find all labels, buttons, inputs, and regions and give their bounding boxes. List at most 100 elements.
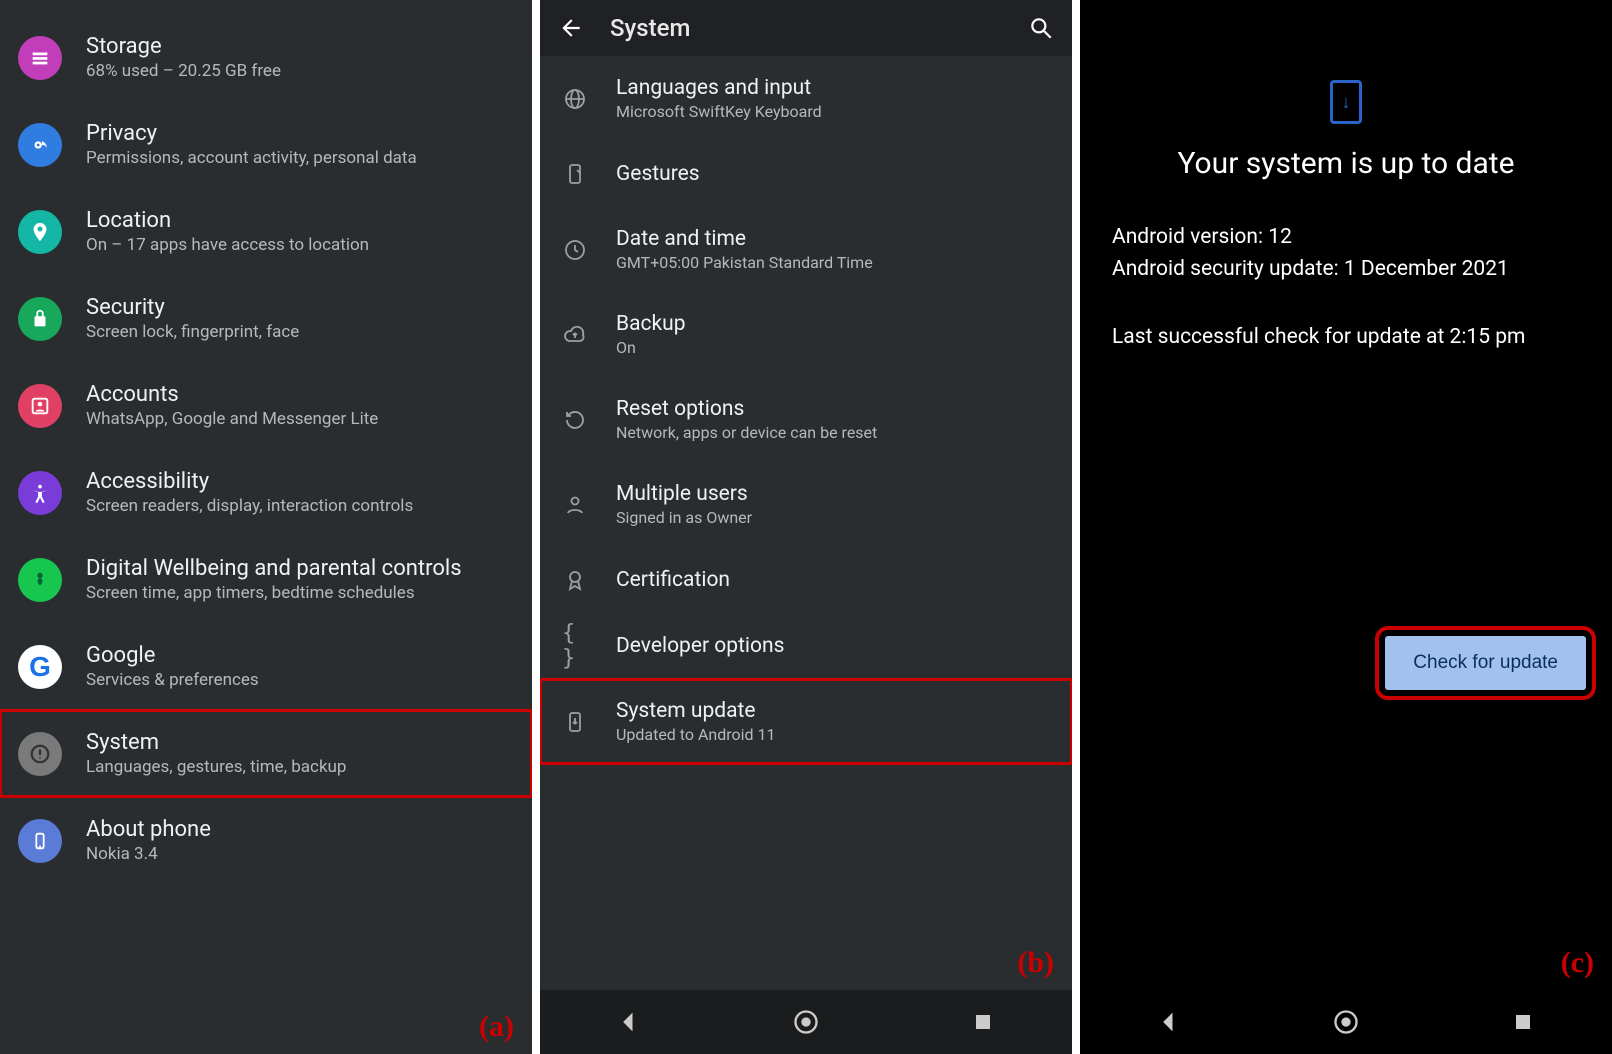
- sys-row-text: Backup On: [616, 312, 686, 357]
- settings-row-about[interactable]: About phone Nokia 3.4: [0, 797, 532, 884]
- sys-title: Reset options: [616, 397, 877, 421]
- settings-row-google[interactable]: G Google Services & preferences: [0, 623, 532, 710]
- system-panel-b: System Languages and input Microsoft Swi…: [540, 0, 1072, 1054]
- sys-title: Gestures: [616, 162, 700, 186]
- row-title: Accessibility: [86, 469, 413, 494]
- accounts-icon: [18, 384, 62, 428]
- sys-row-update[interactable]: System update Updated to Android 11: [540, 679, 1072, 764]
- android-security: Android security update: 1 December 2021: [1112, 257, 1580, 281]
- accessibility-icon: [18, 471, 62, 515]
- settings-row-accessibility[interactable]: Accessibility Screen readers, display, i…: [0, 449, 532, 536]
- row-title: Storage: [86, 34, 281, 59]
- row-title: About phone: [86, 817, 211, 842]
- panel-label-c: (c): [1561, 946, 1594, 980]
- settings-row-text: Accounts WhatsApp, Google and Messenger …: [86, 382, 378, 429]
- row-title: Privacy: [86, 121, 417, 146]
- settings-row-privacy[interactable]: Privacy Permissions, account activity, p…: [0, 101, 532, 188]
- system-icon: [18, 732, 62, 776]
- settings-row-text: Storage 68% used – 20.25 GB free: [86, 34, 281, 81]
- row-sub: WhatsApp, Google and Messenger Lite: [86, 409, 378, 429]
- settings-row-security[interactable]: Security Screen lock, fingerprint, face: [0, 275, 532, 362]
- row-title: Accounts: [86, 382, 378, 407]
- sys-row-text: Gestures: [616, 162, 700, 186]
- nav-back-icon[interactable]: [1155, 1008, 1183, 1036]
- row-sub: Screen readers, display, interaction con…: [86, 496, 413, 516]
- nav-recents-icon[interactable]: [969, 1008, 997, 1036]
- sys-row-text: Date and time GMT+05:00 Pakistan Standar…: [616, 227, 873, 272]
- row-sub: Services & preferences: [86, 670, 259, 690]
- sys-sub: On: [616, 338, 686, 357]
- sys-row-text: Developer options: [616, 634, 784, 658]
- update-panel-c: ↓ Your system is up to date Android vers…: [1080, 0, 1612, 1054]
- cloud-icon: [562, 322, 588, 348]
- gesture-icon: [562, 161, 588, 187]
- wellbeing-icon: [18, 558, 62, 602]
- search-icon[interactable]: [1028, 15, 1054, 41]
- sys-sub: Signed in as Owner: [616, 508, 752, 527]
- download-device-icon: ↓: [1330, 80, 1362, 124]
- sys-title: Languages and input: [616, 76, 822, 100]
- row-title: Google: [86, 643, 259, 668]
- sys-row-developer[interactable]: { } Developer options: [540, 613, 1072, 679]
- sys-title: Certification: [616, 568, 730, 592]
- nav-home-icon[interactable]: [792, 1008, 820, 1036]
- sys-row-backup[interactable]: Backup On: [540, 292, 1072, 377]
- nav-recents-icon[interactable]: [1509, 1008, 1537, 1036]
- row-title: Security: [86, 295, 299, 320]
- sys-title: Date and time: [616, 227, 873, 251]
- settings-panel-a: Storage 68% used – 20.25 GB free Privacy…: [0, 0, 532, 1054]
- sys-sub: Network, apps or device can be reset: [616, 423, 877, 442]
- sys-title: System update: [616, 699, 776, 723]
- sys-row-reset[interactable]: Reset options Network, apps or device ca…: [540, 377, 1072, 462]
- settings-row-system[interactable]: System Languages, gestures, time, backup: [0, 710, 532, 797]
- clock-icon: [562, 237, 588, 263]
- last-check: Last successful check for update at 2:15…: [1112, 325, 1580, 349]
- check-for-update-button[interactable]: Check for update: [1385, 636, 1586, 690]
- google-icon: G: [18, 645, 62, 689]
- settings-row-text: Location On – 17 apps have access to loc…: [86, 208, 369, 255]
- sys-row-text: Reset options Network, apps or device ca…: [616, 397, 877, 442]
- sys-row-languages[interactable]: Languages and input Microsoft SwiftKey K…: [540, 56, 1072, 141]
- row-sub: Screen lock, fingerprint, face: [86, 322, 299, 342]
- sys-row-text: Multiple users Signed in as Owner: [616, 482, 752, 527]
- navbar: [540, 990, 1072, 1054]
- settings-row-text: Google Services & preferences: [86, 643, 259, 690]
- appbar: System: [540, 0, 1072, 56]
- check-button-container: Check for update: [1080, 614, 1612, 726]
- reset-icon: [562, 407, 588, 433]
- about-icon: [18, 819, 62, 863]
- row-title: Location: [86, 208, 369, 233]
- back-icon[interactable]: [558, 15, 584, 41]
- settings-row-text: System Languages, gestures, time, backup: [86, 730, 346, 777]
- android-version: Android version: 12: [1112, 225, 1580, 249]
- privacy-icon: [18, 123, 62, 167]
- sys-row-certification[interactable]: Certification: [540, 547, 1072, 613]
- badge-icon: [562, 567, 588, 593]
- sys-row-users[interactable]: Multiple users Signed in as Owner: [540, 462, 1072, 547]
- settings-row-text: Digital Wellbeing and parental controls …: [86, 556, 462, 603]
- settings-row-text: Accessibility Screen readers, display, i…: [86, 469, 413, 516]
- row-sub: On – 17 apps have access to location: [86, 235, 369, 255]
- globe-icon: [562, 86, 588, 112]
- update-headline: Your system is up to date: [1177, 146, 1514, 181]
- row-sub: Screen time, app timers, bedtime schedul…: [86, 583, 462, 603]
- system-list: Languages and input Microsoft SwiftKey K…: [540, 56, 1072, 764]
- row-sub: Nokia 3.4: [86, 844, 211, 864]
- sys-sub: GMT+05:00 Pakistan Standard Time: [616, 253, 873, 272]
- sys-title: Developer options: [616, 634, 784, 658]
- navbar: [1080, 990, 1612, 1054]
- sys-row-gestures[interactable]: Gestures: [540, 141, 1072, 207]
- sys-row-datetime[interactable]: Date and time GMT+05:00 Pakistan Standar…: [540, 207, 1072, 292]
- sys-title: Backup: [616, 312, 686, 336]
- settings-row-wellbeing[interactable]: Digital Wellbeing and parental controls …: [0, 536, 532, 623]
- security-icon: [18, 297, 62, 341]
- nav-back-icon[interactable]: [615, 1008, 643, 1036]
- nav-home-icon[interactable]: [1332, 1008, 1360, 1036]
- settings-row-accounts[interactable]: Accounts WhatsApp, Google and Messenger …: [0, 362, 532, 449]
- panel-label-a: (a): [479, 1010, 514, 1044]
- braces-icon: { }: [562, 633, 588, 659]
- sys-sub: Updated to Android 11: [616, 725, 776, 744]
- settings-row-location[interactable]: Location On – 17 apps have access to loc…: [0, 188, 532, 275]
- row-title: Digital Wellbeing and parental controls: [86, 556, 462, 581]
- settings-row-storage[interactable]: Storage 68% used – 20.25 GB free: [0, 14, 532, 101]
